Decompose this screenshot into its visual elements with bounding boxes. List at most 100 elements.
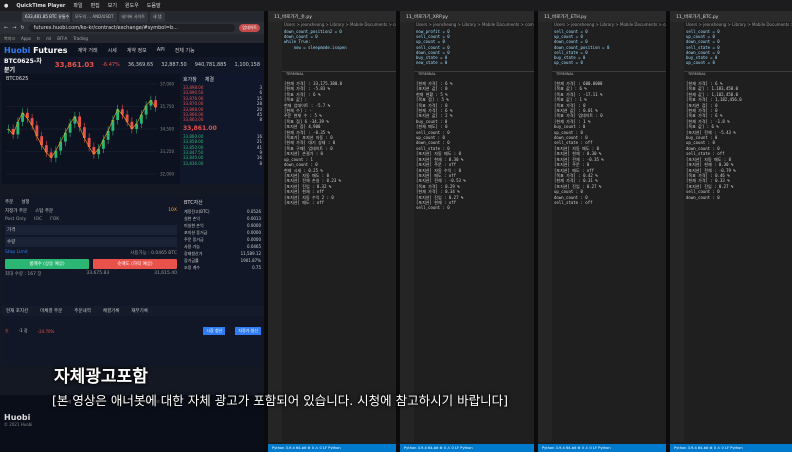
ticker-bar: BTC0625-차분기 33,861.03 -6.47% 36,369.65 3… [0, 56, 264, 74]
huobi-logo[interactable]: Huobi Futures [4, 46, 68, 55]
sell-short-button[interactable]: 숏매도 (하락 예상) [93, 259, 177, 269]
price-input[interactable]: 가격 [5, 225, 177, 235]
breadcrumb[interactable]: Users > jeonsheong > Library > Mobile Do… [268, 22, 396, 29]
code-line[interactable] [284, 50, 394, 55]
bookmark-6[interactable]: Trading [73, 36, 88, 41]
asset-value: 1901.87% [240, 258, 261, 263]
trades-tab[interactable]: 체결 [205, 76, 214, 83]
menu-help[interactable]: 도움말 [147, 2, 161, 9]
asset-label: 조정 계수 [184, 265, 200, 270]
bid-list: 33,860.00 16 33,858.00 21 33,850.00 41 33,847.… [183, 134, 262, 166]
editor-tab[interactable]: 11_바로가기_숏.py [268, 11, 396, 22]
y-tick-label: 37,000 [160, 82, 174, 87]
step-limit-link[interactable]: Step Limit [5, 250, 28, 256]
breadcrumb[interactable]: Users > jeonsheong > Library > Mobile Do… [538, 22, 666, 29]
site-nav-2[interactable]: 시세 [108, 47, 117, 54]
site-nav-5[interactable]: 전체 기능 [175, 47, 195, 54]
site-nav-4[interactable]: API [157, 47, 165, 53]
editor-tab[interactable]: 11_바로가기_BTC.py [670, 11, 792, 22]
limit-close-button[interactable]: 지정가 청산 [235, 327, 261, 335]
availability-row: 최대 수량 : 167 장 33,675.83 31,615.40 [5, 271, 177, 277]
menu-file[interactable]: 파일 [73, 2, 82, 9]
code-editor[interactable]: now_profit = 0 sell_count = 0 up_count = 0… [416, 29, 532, 65]
code-editor[interactable]: sell_count = 0 up_count = 0 down_count = 0… [554, 29, 664, 65]
breadcrumb[interactable]: Users > jeonsheong > Library > Mobile Do… [670, 22, 792, 29]
tab-open-orders[interactable]: 미체결 주문 [40, 308, 62, 314]
forward-icon[interactable]: → [12, 25, 16, 31]
price-chart[interactable]: BTC0625 32,000 33,250 34,500 35,750 37,000 [2, 74, 180, 184]
browser-tab-3[interactable]: 네이버 사이트 [118, 11, 148, 22]
ticker-high: 36,369.65 [127, 62, 154, 68]
app-name[interactable]: QuickTime Player [16, 3, 65, 9]
browser-tab-2[interactable]: 모두의 ... AND/USDT [72, 11, 117, 22]
tab-positions[interactable]: 현재 포지션 [6, 308, 28, 314]
terminal-output[interactable]: [현재 가격] : 600.0000 [목표 값] : 6 % [목표 가격] : … [554, 81, 664, 442]
reload-icon[interactable]: ↻ [20, 25, 24, 31]
browser-tab-1[interactable]: 633,481.85 BTC 유통수 [22, 11, 70, 22]
terminal-output[interactable]: [현재 가격] : 6 % [포지션 값] : 0 현재 현황 : 5 % [목표 점… [416, 81, 532, 442]
code-line[interactable]: up_count = 0 [686, 60, 790, 65]
code-line[interactable]: new_state = 0 [416, 60, 532, 65]
quantity-input[interactable]: 수량 [5, 237, 177, 247]
menu-edit[interactable]: 편집 [91, 2, 100, 9]
ask-row-price: 33,863.00 [183, 117, 204, 123]
activity-bar [670, 22, 684, 442]
post-only-radio[interactable]: Post Only [5, 217, 26, 222]
bookmark-1[interactable]: 북마크 [4, 36, 15, 42]
menu-window[interactable]: 윈도우 [125, 2, 139, 9]
breadcrumb[interactable]: Users > jeonsheong > Library > Mobile Do… [400, 22, 534, 29]
code-line[interactable]: up_count = 0 [554, 60, 664, 65]
asset-row: 계정잔고(BTC) 0.0526 [184, 208, 261, 215]
leverage-selector[interactable]: 10X [168, 208, 177, 214]
code-editor[interactable]: sell_count = 0 up_count = 0 down_count = 0… [686, 29, 790, 65]
asset-value: 0.0013 [247, 216, 261, 221]
menu-view[interactable]: 보기 [108, 2, 117, 9]
terminal-output[interactable]: [현재 가격] : 6 % [목표 값] : 1,183,450.0 [현재 값] … [686, 81, 790, 442]
bookmark-2[interactable]: Apps [21, 36, 31, 41]
browser-tabs: 633,481.85 BTC 유통수 모두의 ... AND/USDT 네이버 … [0, 11, 264, 22]
market-close-button[interactable]: 시장 청산 [203, 327, 226, 335]
site-nav-3[interactable]: 계약 정보 [127, 47, 147, 54]
terminal-output[interactable]: [현재 가격] : 33,175.380.8 [현재 가격] : -5.83 %[… [284, 81, 394, 442]
ask-list: 33,898.00 3 33,890.50 6 33,876.00 15 33,870.00… [183, 85, 262, 123]
asset-row: 강제청산가 11,589.12 [184, 250, 261, 257]
site-nav-1[interactable]: 계약 거래 [78, 47, 98, 54]
limit-order-tab[interactable]: 지정가 주문 [5, 208, 27, 214]
browser-tab-4[interactable]: 새 탭 [149, 11, 165, 22]
order-tab[interactable]: 주문 [5, 199, 13, 205]
settings-tab[interactable]: 설정 [21, 199, 29, 205]
ticker-symbol[interactable]: BTC0625-차분기 [4, 56, 47, 74]
asset-label: 실현 손익 [184, 216, 200, 221]
status-bar: Python 3.9.4 64-bit ⊗ 0 ⚠ 0 LF Python [268, 444, 396, 452]
terminal-tab[interactable]: TERMINAL [552, 71, 666, 78]
terminal-tab[interactable]: TERMINAL [414, 71, 534, 78]
ask-row[interactable]: 33,863.00 8 [183, 117, 262, 122]
asset-info-panel: BTC자산 계정잔고(BTC) 0.0526 실현 손익 0.0013 미실현 손익 0.… [181, 196, 264, 306]
address-input[interactable]: futures.huobi.com/ko-kr/contract/exchang… [28, 24, 236, 32]
orderbook-tab[interactable]: 호가창 [183, 76, 197, 83]
bookmark-4[interactable]: ml [46, 36, 51, 41]
stop-order-tab[interactable]: 스탑 주문 [35, 208, 53, 214]
asset-value: 0.0000 [247, 230, 261, 235]
editor-tab[interactable]: 11_바로가기_XRP.py [400, 11, 534, 22]
bookmark-5[interactable]: BIT-A [57, 36, 67, 41]
ioc-radio[interactable]: IOC [34, 217, 42, 222]
terminal-tab[interactable]: TERMINAL [684, 71, 792, 78]
url-bar: ← → ↻ futures.huobi.com/ko-kr/contract/e… [0, 22, 264, 34]
code-editor[interactable]: down_count_position2 = 0 down_count = 0 wh… [284, 29, 394, 55]
activity-bar [400, 22, 414, 442]
tab-order-history[interactable]: 주문내역 [74, 308, 91, 314]
tab-financial-records[interactable]: 재무기록 [131, 308, 148, 314]
terminal-line: [포지션] 매도 : off [284, 199, 325, 205]
editor-tab[interactable]: 11_바로가기_ETH.py [538, 11, 666, 22]
back-icon[interactable]: ← [4, 25, 8, 31]
update-button[interactable]: 업데이트 [239, 24, 260, 32]
fok-radio[interactable]: FOK [50, 217, 59, 222]
terminal-tab[interactable]: TERMINAL [282, 71, 396, 78]
apple-icon[interactable]: ● [4, 3, 8, 9]
ask-row-qty: 8 [259, 117, 262, 123]
buy-long-button[interactable]: 롱매수 (상승 예상) [5, 259, 89, 269]
bookmark-3[interactable]: tr [37, 36, 40, 41]
bid-row[interactable]: 33,836.00 8 [183, 161, 262, 166]
tab-trade-history[interactable]: 체결기록 [103, 308, 120, 314]
